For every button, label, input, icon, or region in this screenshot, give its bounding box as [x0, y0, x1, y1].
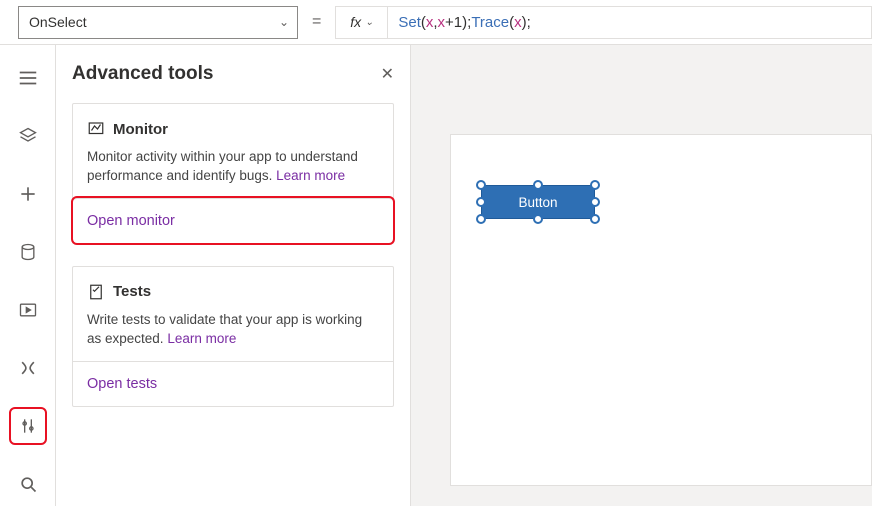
monitor-desc: Monitor activity within your app to unde…: [87, 148, 379, 186]
monitor-learn-more-link[interactable]: Learn more: [276, 168, 345, 183]
resize-handle[interactable]: [533, 214, 543, 224]
open-monitor-link[interactable]: Open monitor: [87, 213, 175, 229]
canvas-area[interactable]: Button: [411, 45, 872, 506]
tests-icon: [87, 283, 105, 301]
tests-heading: Tests: [113, 283, 151, 300]
screen-canvas[interactable]: Button: [451, 135, 871, 485]
property-value: OnSelect: [29, 14, 87, 30]
resize-handle[interactable]: [476, 214, 486, 224]
close-icon[interactable]: ✕: [381, 64, 394, 84]
resize-handle[interactable]: [476, 180, 486, 190]
advanced-tools-icon[interactable]: [9, 407, 47, 445]
formula-bar: OnSelect ⌄ = fx ⌄ Set( x, x+1 ); Trace( …: [0, 0, 872, 45]
resize-handle[interactable]: [590, 180, 600, 190]
panel-title: Advanced tools: [72, 63, 213, 85]
search-icon[interactable]: [9, 465, 47, 503]
property-dropdown[interactable]: OnSelect ⌄: [18, 6, 298, 39]
data-icon[interactable]: [9, 233, 47, 271]
chevron-down-icon: ⌄: [279, 15, 289, 29]
monitor-card: Monitor Monitor activity within your app…: [72, 103, 394, 244]
open-tests-row: Open tests: [73, 361, 393, 406]
media-icon[interactable]: [9, 291, 47, 329]
advanced-tools-panel: Advanced tools ✕ Monitor Monitor activit…: [56, 45, 411, 506]
open-tests-link[interactable]: Open tests: [87, 376, 157, 392]
chevron-down-icon: ⌄: [365, 17, 373, 28]
layers-icon[interactable]: [9, 117, 47, 155]
monitor-heading: Monitor: [113, 121, 168, 138]
fx-button[interactable]: fx ⌄: [335, 6, 387, 39]
formula-input[interactable]: Set( x, x+1 ); Trace( x );: [387, 6, 872, 39]
open-monitor-row: Open monitor: [73, 198, 393, 243]
monitor-icon: [87, 120, 105, 138]
resize-handle[interactable]: [590, 214, 600, 224]
button-control[interactable]: Button: [481, 185, 595, 219]
hamburger-icon[interactable]: [9, 59, 47, 97]
fx-label: fx: [350, 14, 361, 30]
variables-icon[interactable]: [9, 349, 47, 387]
tests-card: Tests Write tests to validate that your …: [72, 266, 394, 407]
equals-label: =: [298, 13, 335, 31]
button-label: Button: [518, 195, 557, 210]
resize-handle[interactable]: [533, 180, 543, 190]
tests-desc: Write tests to validate that your app is…: [87, 311, 379, 349]
tests-learn-more-link[interactable]: Learn more: [167, 331, 236, 346]
left-rail: [0, 45, 56, 506]
resize-handle[interactable]: [590, 197, 600, 207]
resize-handle[interactable]: [476, 197, 486, 207]
insert-icon[interactable]: [9, 175, 47, 213]
